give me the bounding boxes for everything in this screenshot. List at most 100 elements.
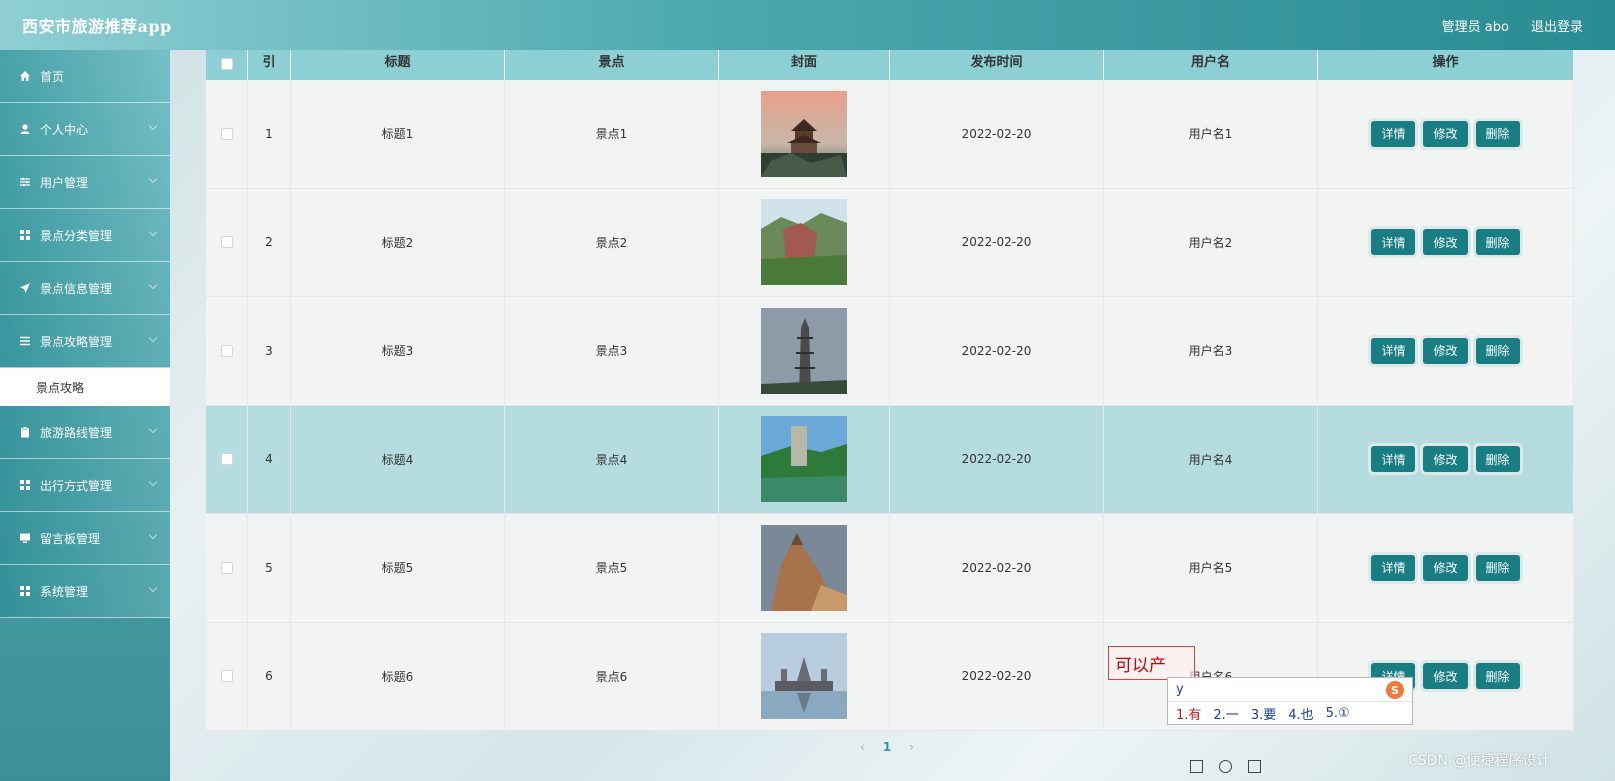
top-right-actions: 管理员 abo 退出登录 — [1442, 16, 1583, 35]
sidebar-item-spot-info[interactable]: 景点信息管理 — [0, 262, 170, 315]
row-index: 3 — [248, 297, 291, 405]
sidebar-item-transport[interactable]: 出行方式管理 — [0, 459, 170, 512]
ime-candidate[interactable]: 1.有 — [1176, 704, 1201, 723]
rect-tool-icon[interactable] — [1190, 760, 1203, 773]
row-checkbox[interactable] — [220, 344, 233, 357]
sidebar-item-system[interactable]: 系统管理 — [0, 565, 170, 618]
row-index: 2 — [248, 188, 291, 296]
detail-button[interactable]: 详情 — [1371, 120, 1416, 147]
watermark: CSDN @便捷程序设计 — [1408, 753, 1551, 769]
prev-page-button[interactable]: ‹ — [860, 740, 865, 754]
edit-button[interactable]: 修改 — [1423, 554, 1468, 581]
chevron-down-icon — [148, 424, 158, 434]
ime-candidate[interactable]: 5.① — [1326, 706, 1350, 721]
edit-button[interactable]: 修改 — [1423, 337, 1468, 364]
sidebar-item-profile[interactable]: 个人中心 — [0, 103, 170, 156]
grid-icon — [18, 478, 32, 492]
chevron-down-icon — [148, 174, 158, 184]
row-checkbox[interactable] — [220, 561, 233, 574]
row-spot: 景点4 — [505, 405, 719, 513]
user-icon — [18, 122, 32, 136]
sidebar-item-spot-guide[interactable]: 景点攻略管理 — [0, 315, 170, 368]
cover-image — [761, 633, 847, 720]
detail-button[interactable]: 详情 — [1371, 554, 1416, 581]
sidebar-item-spot-category[interactable]: 景点分类管理 — [0, 209, 170, 262]
ime-candidate-window[interactable]: y S 1.有 2.一 3.要 4.也 5.① — [1167, 677, 1413, 725]
row-checkbox[interactable] — [220, 236, 233, 249]
row-checkbox[interactable] — [220, 670, 233, 683]
row-index: 5 — [248, 514, 291, 622]
row-date: 2022-02-20 — [890, 622, 1104, 730]
row-title: 标题5 — [291, 514, 505, 622]
sidebar-item-users[interactable]: 用户管理 — [0, 156, 170, 209]
edit-button[interactable]: 修改 — [1423, 120, 1468, 147]
clipboard-icon — [18, 425, 32, 439]
row-index: 6 — [248, 622, 291, 730]
delete-button[interactable]: 删除 — [1475, 337, 1520, 364]
list-icon — [18, 334, 32, 348]
row-spot: 景点6 — [505, 622, 719, 730]
edit-button[interactable]: 修改 — [1423, 446, 1468, 473]
edit-button[interactable]: 修改 — [1423, 663, 1468, 690]
cover-image — [761, 416, 847, 503]
delete-button[interactable]: 删除 — [1475, 663, 1520, 690]
sidebar-subitem-spot-guide[interactable]: 景点攻略 — [0, 368, 170, 406]
table-row: 1 标题1 景点1 2022-02-20 用户名1 详情 修改 删除 — [206, 80, 1574, 189]
ime-candidate[interactable]: 4.也 — [1288, 704, 1313, 723]
ime-candidate[interactable]: 3.要 — [1251, 704, 1276, 723]
sidebar: 首页 个人中心 用户管理 景点分类管理 景点信息管理 景点攻略管理 景点攻略 旅… — [0, 50, 170, 781]
row-date: 2022-02-20 — [890, 297, 1104, 405]
page-number[interactable]: 1 — [883, 740, 891, 754]
cover-image — [761, 524, 847, 611]
chevron-down-icon — [148, 333, 158, 343]
delete-button[interactable]: 删除 — [1475, 229, 1520, 256]
row-spot: 景点1 — [505, 80, 719, 188]
delete-button[interactable]: 删除 — [1475, 446, 1520, 473]
row-index: 4 — [248, 405, 291, 513]
sidebar-item-home[interactable]: 首页 — [0, 50, 170, 103]
pagination: ‹ 1 › — [860, 740, 914, 754]
arrow-tool-icon[interactable] — [1248, 760, 1261, 773]
cover-image — [761, 90, 847, 177]
table-row: 4 标题4 景点4 2022-02-20 用户名4 详情 修改 删除 — [206, 405, 1574, 514]
select-all-checkbox[interactable] — [220, 58, 233, 70]
delete-button[interactable]: 删除 — [1475, 120, 1520, 147]
detail-button[interactable]: 详情 — [1371, 446, 1416, 473]
row-spot: 景点2 — [505, 188, 719, 296]
row-user: 用户名2 — [1104, 188, 1318, 296]
row-index: 1 — [248, 80, 291, 188]
ime-hint-box: 可以产 — [1108, 646, 1195, 680]
row-user: 用户名1 — [1104, 80, 1318, 188]
row-user: 用户名5 — [1104, 514, 1318, 622]
table-body: 1 标题1 景点1 2022-02-20 用户名1 详情 修改 删除 2 标题2… — [206, 80, 1574, 731]
data-table: 引 标题 景点 封面 发布时间 用户名 操作 1 标题1 景点1 2022-02… — [206, 40, 1574, 731]
row-title: 标题4 — [291, 405, 505, 513]
delete-button[interactable]: 删除 — [1475, 554, 1520, 581]
table-row: 5 标题5 景点5 2022-02-20 用户名5 详情 修改 删除 — [206, 514, 1574, 623]
edit-button[interactable]: 修改 — [1423, 229, 1468, 256]
next-page-button[interactable]: › — [909, 740, 914, 754]
row-checkbox[interactable] — [220, 453, 233, 466]
row-title: 标题1 — [291, 80, 505, 188]
logout-link[interactable]: 退出登录 — [1531, 16, 1583, 35]
row-user: 用户名3 — [1104, 297, 1318, 405]
ime-candidate[interactable]: 2.一 — [1213, 704, 1238, 723]
detail-button[interactable]: 详情 — [1371, 229, 1416, 256]
row-title: 标题3 — [291, 297, 505, 405]
chevron-down-icon — [148, 280, 158, 290]
circle-tool-icon[interactable] — [1219, 760, 1232, 773]
cover-image — [761, 199, 847, 286]
row-checkbox[interactable] — [220, 127, 233, 140]
sidebar-item-routes[interactable]: 旅游路线管理 — [0, 406, 170, 459]
monitor-icon — [18, 531, 32, 545]
sidebar-item-messages[interactable]: 留言板管理 — [0, 512, 170, 565]
row-date: 2022-02-20 — [890, 80, 1104, 188]
send-icon — [18, 281, 32, 295]
table-row: 3 标题3 景点3 2022-02-20 用户名3 详情 修改 删除 — [206, 297, 1574, 406]
cover-image — [761, 307, 847, 394]
ime-logo-icon: S — [1386, 681, 1404, 699]
row-date: 2022-02-20 — [890, 514, 1104, 622]
ime-composition: y — [1168, 678, 1412, 702]
row-title: 标题2 — [291, 188, 505, 296]
detail-button[interactable]: 详情 — [1371, 337, 1416, 364]
